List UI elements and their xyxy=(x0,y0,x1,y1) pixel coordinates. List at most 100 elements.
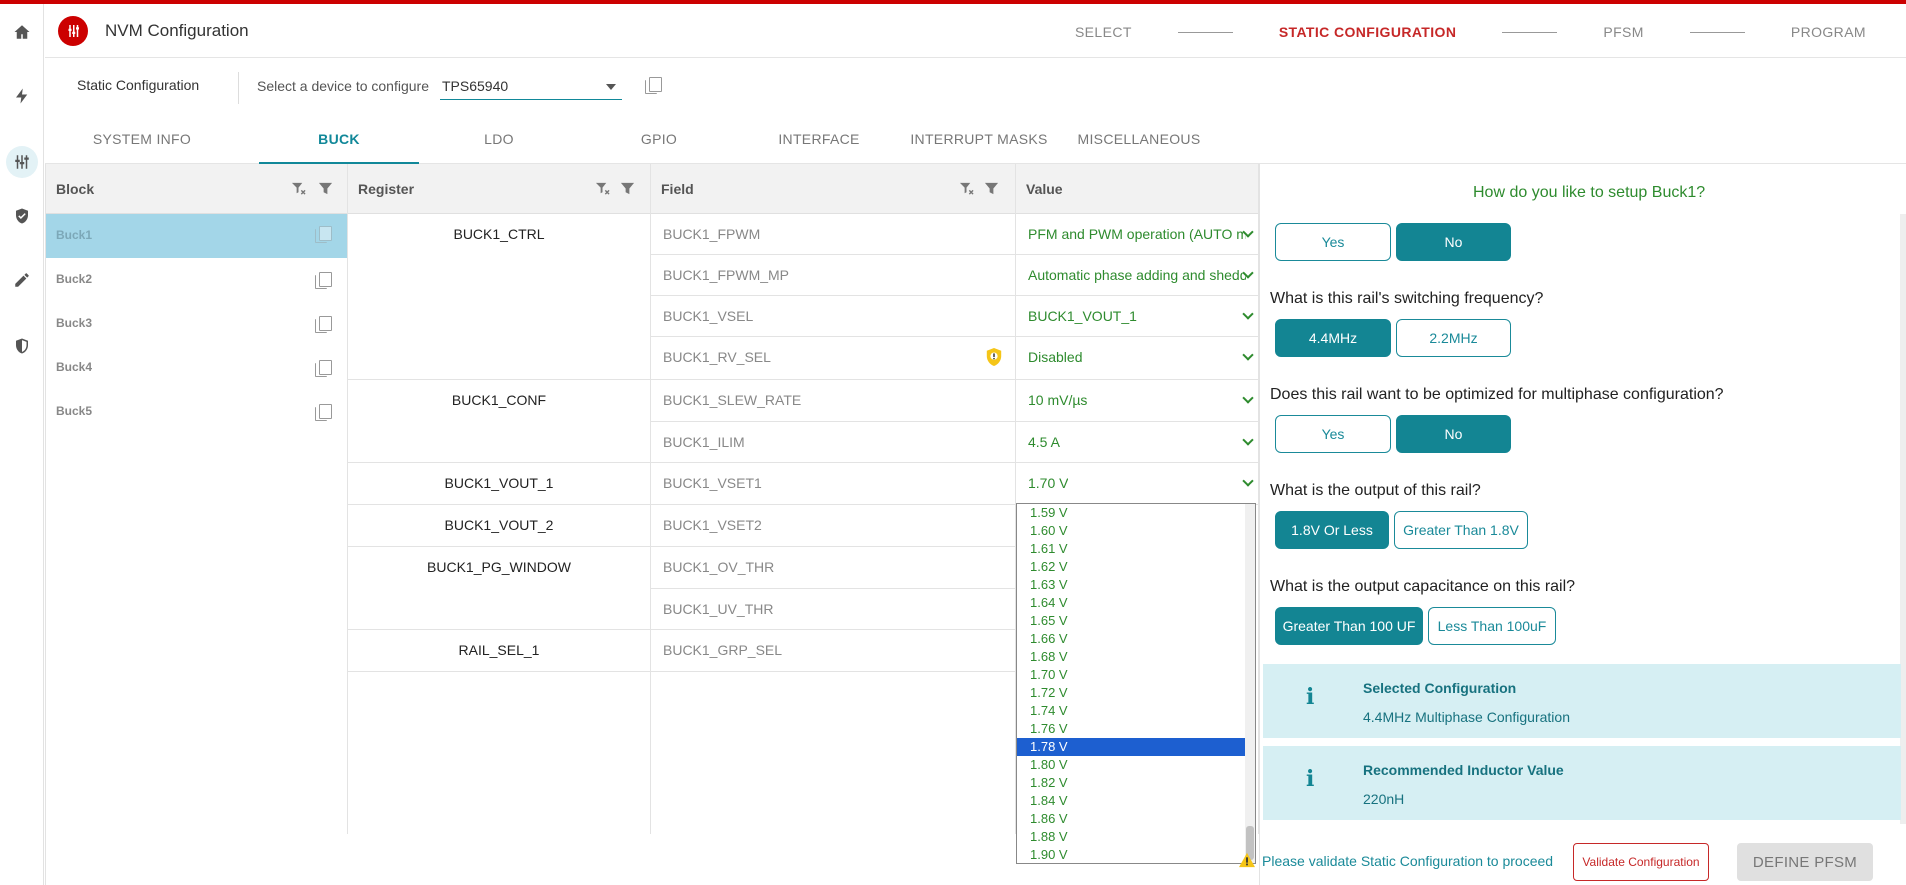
value-select[interactable]: Automatic phase adding and shedding. xyxy=(1016,255,1258,296)
value-text: BUCK1_VOUT_1 xyxy=(1028,308,1137,324)
dropdown-option[interactable]: 1.76 V xyxy=(1017,720,1255,738)
field-cell: BUCK1_SLEW_RATE xyxy=(651,380,1015,422)
left-nav-rail xyxy=(0,4,44,885)
cap-less-100uf-button[interactable]: Less Than 100uF xyxy=(1428,607,1556,645)
block-header-label: Block xyxy=(56,181,95,197)
block-row-buck4[interactable]: Buck4 xyxy=(46,346,347,390)
clear-filter-icon[interactable] xyxy=(595,181,610,196)
register-column: Register BUCK1_CTRL BUCK1_CONF BUCK1_VOU… xyxy=(348,164,651,834)
value-column-header: Value xyxy=(1016,164,1258,214)
validate-configuration-button[interactable]: Validate Configuration xyxy=(1573,843,1709,881)
register-cell: BUCK1_PG_WINDOW xyxy=(348,547,650,630)
value-select[interactable]: Disabled xyxy=(1016,337,1258,380)
step-separator xyxy=(1689,31,1745,33)
dropdown-option[interactable]: 1.61 V xyxy=(1017,540,1255,558)
setup-no-button[interactable]: No xyxy=(1396,223,1511,261)
field-cell: BUCK1_OV_THR xyxy=(651,547,1015,589)
step-static-configuration[interactable]: STATIC CONFIGURATION xyxy=(1279,24,1457,40)
register-header-label: Register xyxy=(358,181,415,197)
dropdown-option[interactable]: 1.66 V xyxy=(1017,630,1255,648)
output-greater-1-8v-button[interactable]: Greater Than 1.8V xyxy=(1394,511,1528,549)
device-select[interactable]: TPS65940 xyxy=(440,70,622,100)
setup-question: How do you like to setup Buck1? xyxy=(1473,184,1706,201)
value-select[interactable]: 4.5 A xyxy=(1016,422,1258,463)
tab-system-info[interactable]: SYSTEM INFO xyxy=(62,118,222,164)
dropdown-option[interactable]: 1.72 V xyxy=(1017,684,1255,702)
voltage-dropdown-list[interactable]: 1.59 V 1.60 V 1.61 V 1.62 V 1.63 V 1.64 V 1.65… xyxy=(1016,503,1256,864)
value-text: Disabled xyxy=(1028,349,1083,365)
multiphase-yes-button[interactable]: Yes xyxy=(1275,415,1391,453)
security-shield-icon[interactable] xyxy=(6,330,38,362)
app-header: NVM Configuration SELECT STATIC CONFIGUR… xyxy=(45,4,1906,58)
block-row-buck2[interactable]: Buck2 xyxy=(46,258,347,302)
copy-icon[interactable] xyxy=(645,77,662,95)
tab-interface[interactable]: INTERFACE xyxy=(739,118,899,164)
value-select[interactable]: BUCK1_VOUT_1 xyxy=(1016,296,1258,337)
copy-icon[interactable] xyxy=(315,272,332,290)
dropdown-option[interactable]: 1.90 V xyxy=(1017,846,1255,863)
setup-yes-button[interactable]: Yes xyxy=(1275,223,1391,261)
tab-miscellaneous[interactable]: MISCELLANEOUS xyxy=(1059,118,1219,164)
dropdown-option[interactable]: 1.59 V xyxy=(1017,504,1255,522)
selected-configuration-card: i Selected Configuration 4.4MHz Multipha… xyxy=(1263,664,1901,738)
dropdown-option[interactable]: 1.82 V xyxy=(1017,774,1255,792)
dropdown-option[interactable]: 1.86 V xyxy=(1017,810,1255,828)
warning-shield-icon xyxy=(986,348,1002,366)
step-pfsm[interactable]: PFSM xyxy=(1603,24,1644,40)
value-select[interactable]: 10 mV/µs xyxy=(1016,380,1258,422)
freq-4-4mhz-button[interactable]: 4.4MHz xyxy=(1275,319,1391,357)
tab-buck[interactable]: BUCK xyxy=(259,118,419,164)
block-row-buck3[interactable]: Buck3 xyxy=(46,302,347,346)
define-pfsm-button[interactable]: DEFINE PFSM xyxy=(1737,843,1873,881)
tab-gpio[interactable]: GPIO xyxy=(579,118,739,164)
block-column: Block Buck1 Buck2 Buck3 Buck4 Buck5 xyxy=(46,164,348,834)
multiphase-no-button[interactable]: No xyxy=(1396,415,1511,453)
tab-interrupt-masks[interactable]: INTERRUPT MASKS xyxy=(899,118,1059,164)
dropdown-option[interactable]: 1.70 V xyxy=(1017,666,1255,684)
step-program[interactable]: PROGRAM xyxy=(1791,24,1866,40)
copy-icon[interactable] xyxy=(315,316,332,334)
home-icon[interactable] xyxy=(6,16,38,48)
copy-icon[interactable] xyxy=(315,226,332,244)
block-row-buck5[interactable]: Buck5 xyxy=(46,390,347,434)
tab-ldo[interactable]: LDO xyxy=(419,118,579,164)
clear-filter-icon[interactable] xyxy=(959,181,974,196)
dropdown-option[interactable]: 1.62 V xyxy=(1017,558,1255,576)
device-select-label: Select a device to configure xyxy=(257,78,429,94)
value-select[interactable]: PFM and PWM operation (AUTO mode). xyxy=(1016,214,1258,255)
value-select[interactable]: 1.70 V xyxy=(1016,463,1258,505)
copy-icon[interactable] xyxy=(315,404,332,422)
dropdown-option[interactable]: 1.80 V xyxy=(1017,756,1255,774)
step-select[interactable]: SELECT xyxy=(1075,24,1132,40)
dropdown-option[interactable]: 1.68 V xyxy=(1017,648,1255,666)
filter-icon[interactable] xyxy=(984,181,999,196)
cap-greater-100uf-button[interactable]: Greater Than 100 UF xyxy=(1275,607,1423,645)
clear-filter-icon[interactable] xyxy=(291,181,306,196)
filter-icon[interactable] xyxy=(620,181,635,196)
dropdown-option[interactable]: 1.88 V xyxy=(1017,828,1255,846)
copy-icon[interactable] xyxy=(315,360,332,378)
card-title: Selected Configuration xyxy=(1363,680,1517,696)
dropdown-option[interactable]: 1.63 V xyxy=(1017,576,1255,594)
app-logo-icon xyxy=(58,16,88,46)
register-cell: BUCK1_CONF xyxy=(348,380,650,463)
dropdown-option[interactable]: 1.78 V xyxy=(1017,738,1245,756)
dropdown-option[interactable]: 1.64 V xyxy=(1017,594,1255,612)
output-1-8v-or-less-button[interactable]: 1.8V Or Less xyxy=(1275,511,1389,549)
dropdown-option[interactable]: 1.74 V xyxy=(1017,702,1255,720)
shield-check-icon[interactable] xyxy=(6,200,38,232)
device-row: Static Configuration Select a device to … xyxy=(45,58,1906,116)
pencil-icon[interactable] xyxy=(6,264,38,296)
dropdown-option[interactable]: 1.60 V xyxy=(1017,522,1255,540)
filter-icon[interactable] xyxy=(318,181,333,196)
block-row-buck1[interactable]: Buck1 xyxy=(46,214,347,258)
lightning-icon[interactable] xyxy=(6,80,38,112)
tune-sliders-icon[interactable] xyxy=(6,146,38,178)
dropdown-option[interactable]: 1.65 V xyxy=(1017,612,1255,630)
dropdown-option[interactable]: 1.84 V xyxy=(1017,792,1255,810)
chevron-down-icon xyxy=(1242,308,1254,320)
question-switching-frequency: What is this rail's switching frequency? xyxy=(1270,290,1544,307)
dropdown-options: 1.59 V 1.60 V 1.61 V 1.62 V 1.63 V 1.64 V 1.65… xyxy=(1017,504,1255,863)
dropdown-scrollbar[interactable] xyxy=(1245,504,1255,863)
freq-2-2mhz-button[interactable]: 2.2MHz xyxy=(1396,319,1511,357)
